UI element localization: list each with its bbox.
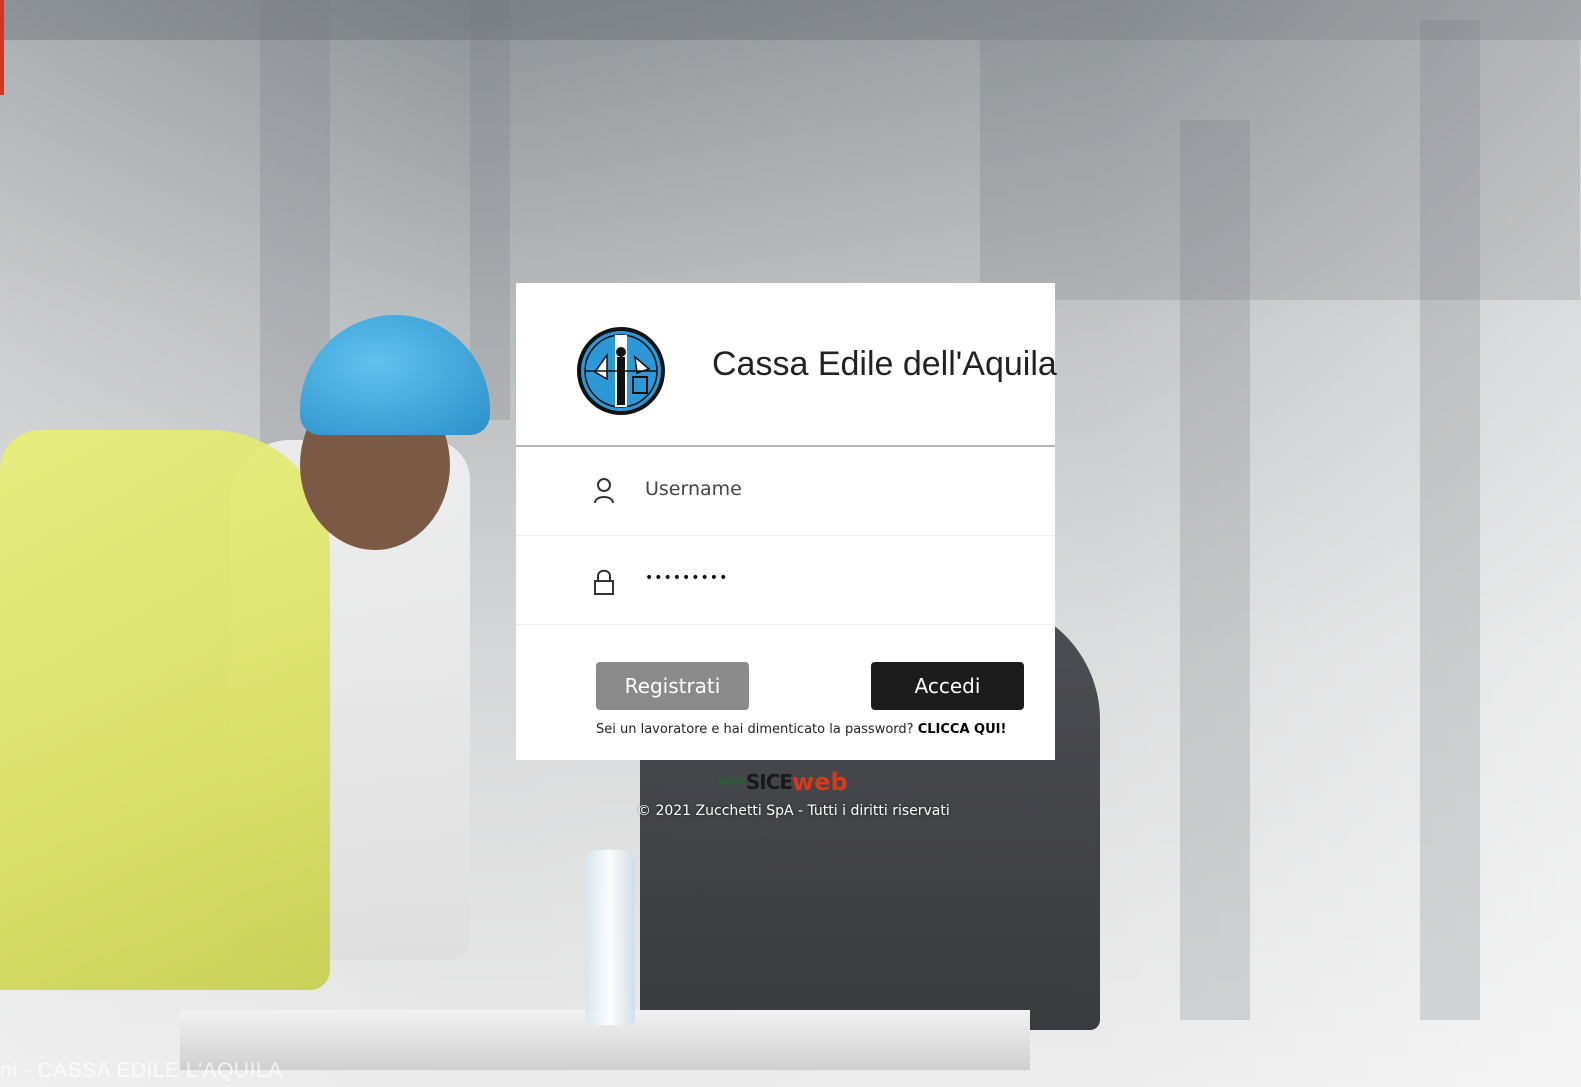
- username-field-row: [516, 447, 1055, 536]
- background-bottle: [585, 850, 635, 1025]
- page-title: Cassa Edile dell'Aquila: [712, 345, 1057, 383]
- forgot-password-prompt: Sei un lavoratore e hai dimenticato la p…: [596, 722, 918, 737]
- login-card: Cassa Edile dell'Aquila Registrati Acced…: [516, 283, 1057, 760]
- background-column: [1180, 120, 1250, 1020]
- copyright-text: © 2021 Zucchetti SpA - Tutti i diritti r…: [637, 803, 950, 819]
- corner-tab: [0, 0, 4, 95]
- password-input[interactable]: [645, 558, 1015, 598]
- user-icon: [594, 478, 614, 504]
- siceweb-logo-number: 2010: [718, 776, 746, 788]
- cassa-edile-logo: [577, 327, 665, 415]
- card-header: Cassa Edile dell'Aquila: [516, 283, 1057, 447]
- register-button[interactable]: Registrati: [596, 662, 749, 710]
- background-beam: [0, 0, 1581, 40]
- background-caption: ni - CASSA EDILE L'AQUILA: [0, 1059, 283, 1082]
- lock-icon: [594, 569, 614, 595]
- background-column: [470, 0, 510, 420]
- background-column: [1420, 20, 1480, 1020]
- siceweb-logo: 2010SICEweb: [718, 768, 848, 796]
- background-worker-vest: [0, 430, 330, 990]
- password-field-row: [516, 536, 1055, 625]
- background-beam: [980, 40, 1580, 300]
- forgot-password-link[interactable]: CLICCA QUI!: [918, 722, 1007, 737]
- username-input[interactable]: [645, 469, 1015, 509]
- forgot-password-text: Sei un lavoratore e hai dimenticato la p…: [596, 722, 1006, 737]
- siceweb-logo-web: web: [792, 768, 848, 796]
- siceweb-logo-sice: SICE: [745, 770, 793, 794]
- login-button[interactable]: Accedi: [871, 662, 1024, 710]
